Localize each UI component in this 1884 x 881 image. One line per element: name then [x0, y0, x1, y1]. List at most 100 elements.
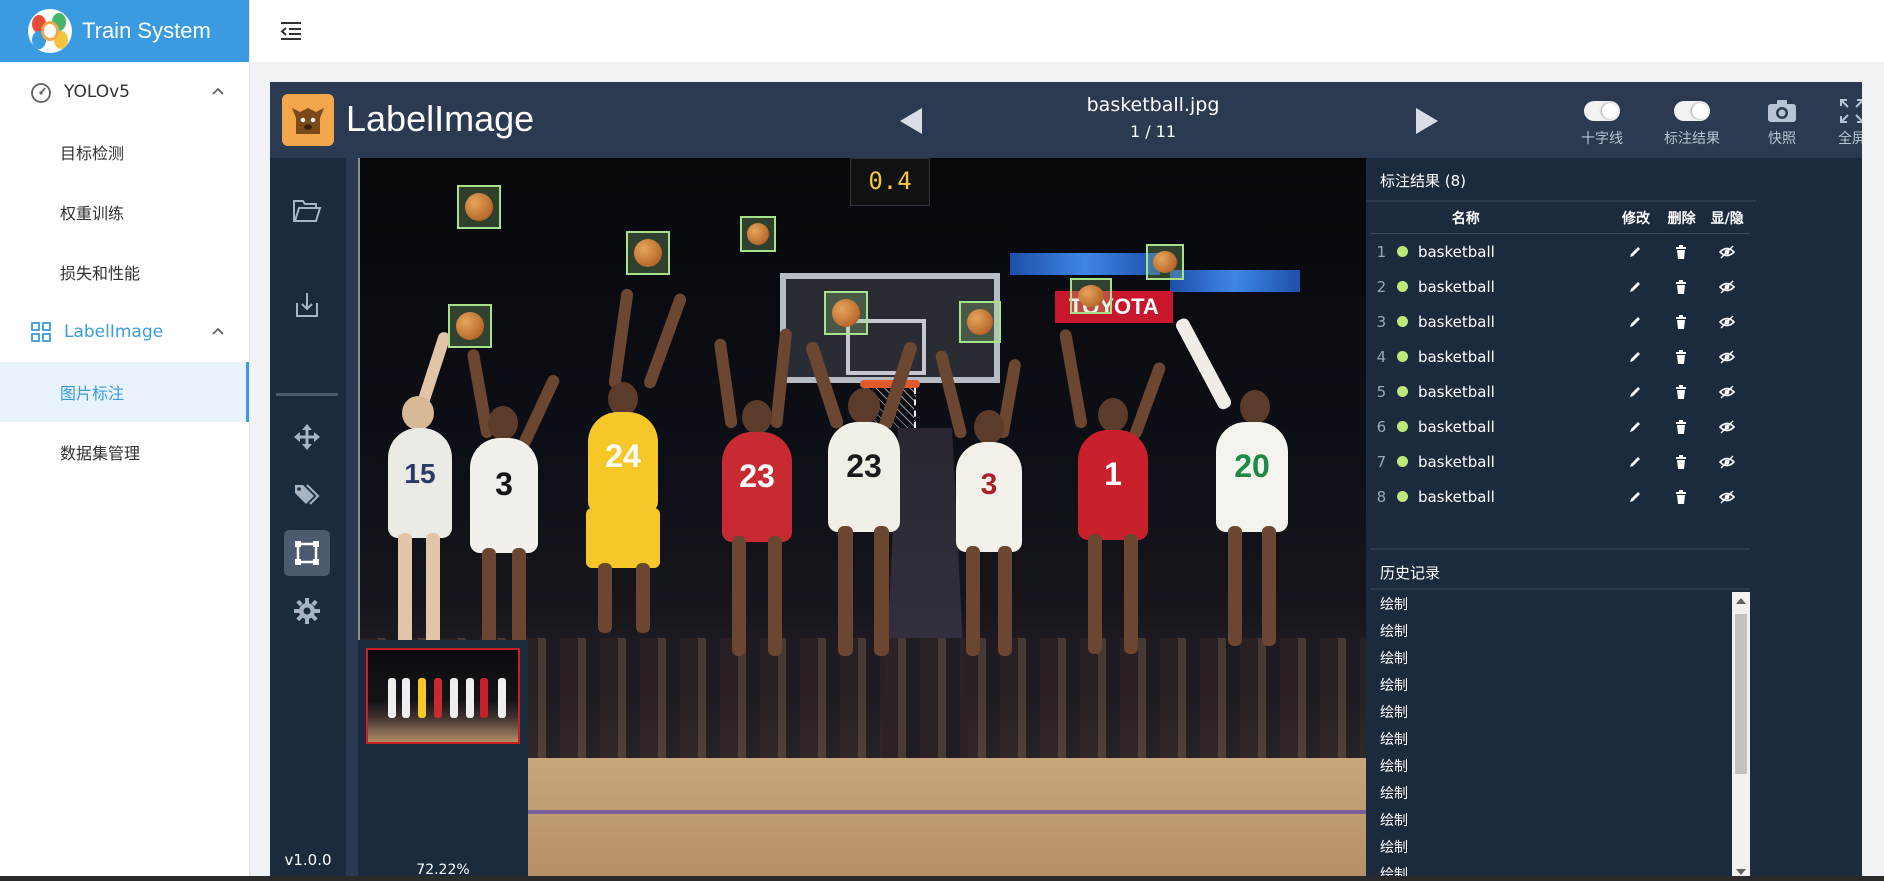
trash-icon[interactable] — [1658, 489, 1704, 504]
trash-icon[interactable] — [1658, 314, 1704, 329]
history-item[interactable]: 绘制 — [1370, 673, 1730, 700]
crosshair-toggle[interactable]: 十字线 — [1562, 94, 1642, 148]
edit-pencil-icon[interactable] — [1613, 315, 1659, 329]
edit-pencil-icon[interactable] — [1613, 350, 1659, 364]
page-gutter — [1864, 62, 1884, 881]
annotation-bbox-3[interactable] — [626, 231, 670, 275]
edit-pencil-icon[interactable] — [1613, 455, 1659, 469]
eye-toggle-icon[interactable] — [1704, 455, 1750, 469]
history-item[interactable]: 绘制 — [1370, 835, 1730, 862]
annotation-bbox-4[interactable] — [740, 216, 776, 252]
gear-icon — [294, 598, 320, 624]
eye-toggle-icon[interactable] — [1704, 490, 1750, 504]
eye-toggle-icon[interactable] — [1704, 245, 1750, 259]
tag-icon — [295, 484, 320, 505]
result-row[interactable]: 3 basketball — [1370, 304, 1750, 339]
collapse-menu-icon[interactable] — [280, 21, 302, 41]
result-row[interactable]: 8 basketball — [1370, 479, 1750, 514]
trash-icon[interactable] — [1658, 454, 1704, 469]
menu-group-labelimage[interactable]: LabelImage — [0, 302, 249, 362]
brand[interactable]: Train System — [0, 0, 249, 62]
label-color-dot — [1393, 316, 1412, 327]
snapshot-label: 快照 — [1768, 131, 1796, 147]
settings-button[interactable] — [284, 588, 330, 634]
trash-icon[interactable] — [1658, 244, 1704, 259]
menu-item-weight-training[interactable]: 权重训练 — [0, 182, 249, 242]
row-label-name: basketball — [1417, 312, 1495, 331]
thumbnail-image[interactable] — [366, 648, 520, 744]
label-color-dot — [1393, 421, 1412, 432]
menu-item-image-annotation[interactable]: 图片标注 — [0, 362, 249, 422]
history-item[interactable]: 绘制 — [1370, 619, 1730, 646]
results-toggle[interactable]: 标注结果 — [1652, 94, 1732, 148]
results-panel: 标注结果 (8) 名称 修改 删除 显/隐 1 basketball 2 basket… — [1366, 158, 1756, 881]
export-button[interactable] — [284, 282, 330, 328]
history-scrollbar[interactable] — [1732, 592, 1750, 881]
eye-toggle-icon[interactable] — [1704, 315, 1750, 329]
jersey-number: 15 — [404, 458, 436, 489]
top-bar — [250, 0, 1884, 62]
edit-pencil-icon[interactable] — [1613, 280, 1659, 294]
result-row[interactable]: 4 basketball — [1370, 339, 1750, 374]
edit-pencil-icon[interactable] — [1613, 245, 1659, 259]
result-row[interactable]: 6 basketball — [1370, 409, 1750, 444]
history-item[interactable]: 绘制 — [1370, 727, 1730, 754]
menu-item-dataset-management[interactable]: 数据集管理 — [0, 422, 249, 482]
basketball-shape — [634, 239, 662, 267]
result-row[interactable]: 5 basketball — [1370, 374, 1750, 409]
annotation-bbox-7[interactable] — [1070, 278, 1112, 314]
open-folder-button[interactable] — [284, 188, 330, 234]
label-tool-button[interactable] — [284, 472, 330, 518]
history-header: 历史记录 — [1370, 548, 1750, 590]
eye-toggle-icon[interactable] — [1704, 350, 1750, 364]
history-item[interactable]: 绘制 — [1370, 646, 1730, 673]
history-list[interactable]: 绘制绘制绘制绘制绘制绘制绘制绘制绘制绘制绘制绘制 — [1370, 592, 1730, 881]
eye-toggle-icon[interactable] — [1704, 280, 1750, 294]
annotation-bbox-5[interactable] — [824, 291, 868, 335]
menu-group-yolov5[interactable]: YOLOv5 — [0, 62, 249, 122]
annotation-bbox-6[interactable] — [959, 301, 1001, 343]
edit-pencil-icon[interactable] — [1613, 490, 1659, 504]
history-item[interactable]: 绘制 — [1370, 808, 1730, 835]
result-row[interactable]: 1 basketball — [1370, 234, 1750, 269]
menu-item-loss-performance[interactable]: 损失和性能 — [0, 242, 249, 302]
label-color-dot — [1393, 351, 1412, 362]
history-item[interactable]: 绘制 — [1370, 754, 1730, 781]
trash-icon[interactable] — [1658, 384, 1704, 399]
result-row[interactable]: 2 basketball — [1370, 269, 1750, 304]
trash-icon[interactable] — [1658, 349, 1704, 364]
next-image-icon[interactable] — [1414, 106, 1440, 136]
thumbnail-navigator[interactable]: 72.22% — [358, 640, 528, 881]
history-item[interactable]: 绘制 — [1370, 592, 1730, 619]
rect-tool-button[interactable] — [284, 530, 330, 576]
edit-pencil-icon[interactable] — [1613, 420, 1659, 434]
history-item[interactable]: 绘制 — [1370, 700, 1730, 727]
scroll-down-icon[interactable] — [1736, 869, 1746, 875]
basketball-photo[interactable]: 0.4 TOYOTA 15 3 24 23 23 3 1 20 — [360, 158, 1480, 881]
basketball-shape — [1153, 250, 1177, 274]
eye-toggle-icon[interactable] — [1704, 420, 1750, 434]
folder-icon — [293, 200, 322, 222]
tool-column: v1.0.0 — [270, 158, 346, 881]
annotation-bbox-2[interactable] — [448, 304, 492, 348]
snapshot-button[interactable]: 快照 — [1742, 94, 1822, 148]
annotation-bbox-8[interactable] — [1146, 244, 1184, 280]
annotation-bbox-1[interactable] — [457, 185, 501, 229]
fullscreen-button[interactable]: 全屏 — [1812, 94, 1862, 148]
scroll-thumb[interactable] — [1735, 614, 1747, 774]
crosshair-toggle-switch[interactable] — [1584, 101, 1620, 121]
annotation-canvas[interactable]: 0.4 TOYOTA 15 3 24 23 23 3 1 20 72.22% 标… — [346, 158, 1756, 881]
menu-item-target-detection[interactable]: 目标检测 — [0, 122, 249, 182]
result-row[interactable]: 7 basketball — [1370, 444, 1750, 479]
history-item[interactable]: 绘制 — [1370, 781, 1730, 808]
edit-pencil-icon[interactable] — [1613, 385, 1659, 399]
eye-toggle-icon[interactable] — [1704, 385, 1750, 399]
trash-icon[interactable] — [1658, 279, 1704, 294]
dashboard-icon — [30, 81, 52, 103]
results-toggle-switch[interactable] — [1674, 101, 1710, 121]
scroll-up-icon[interactable] — [1736, 598, 1746, 604]
prev-image-icon[interactable] — [898, 106, 924, 136]
trash-icon[interactable] — [1658, 419, 1704, 434]
move-tool-button[interactable] — [284, 414, 330, 460]
label-color-dot — [1393, 386, 1412, 397]
